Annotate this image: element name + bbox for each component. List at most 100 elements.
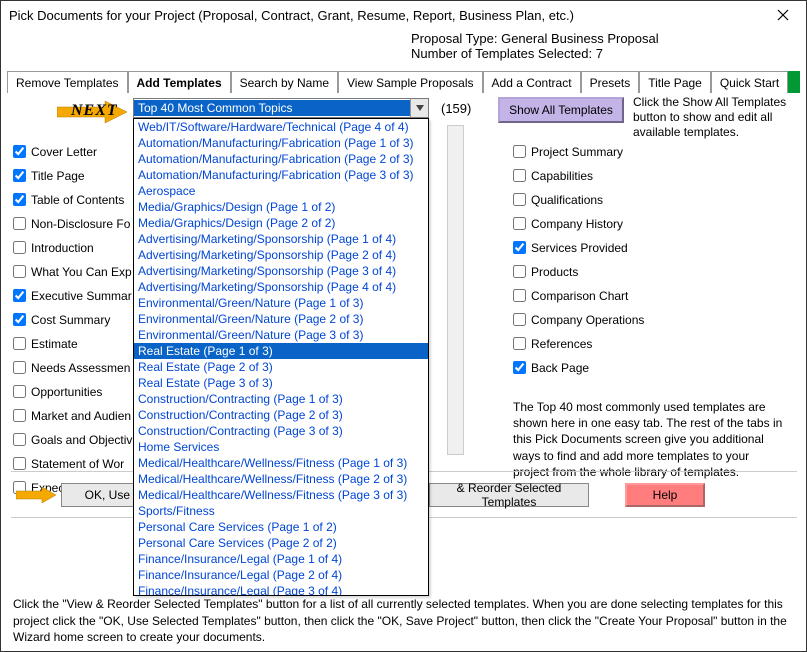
left-check-row: Needs Assessmen: [13, 359, 153, 376]
checkbox-label: Executive Summar: [31, 289, 132, 303]
content-area: NEXT Top 40 Most Common Topics (159) Sho…: [1, 93, 806, 105]
dropdown-option[interactable]: Web/IT/Software/Hardware/Technical (Page…: [134, 119, 428, 135]
show-all-templates-button[interactable]: Show All Templates: [498, 97, 624, 123]
tab-bar: Remove TemplatesAdd TemplatesSearch by N…: [7, 71, 800, 93]
checkbox-non-disclosure-fo[interactable]: [13, 217, 26, 230]
dropdown-option[interactable]: Media/Graphics/Design (Page 1 of 2): [134, 199, 428, 215]
checkbox-goals-and-objectiv[interactable]: [13, 433, 26, 446]
dropdown-option[interactable]: Automation/Manufacturing/Fabrication (Pa…: [134, 167, 428, 183]
checkbox-what-you-can-exp[interactable]: [13, 265, 26, 278]
checkbox-executive-summar[interactable]: [13, 289, 26, 302]
window-title: Pick Documents for your Project (Proposa…: [9, 8, 574, 23]
dropdown-option[interactable]: Finance/Insurance/Legal (Page 2 of 4): [134, 567, 428, 583]
left-checkbox-column: Cover Letter Title Page Table of Contents N…: [13, 143, 153, 503]
checkbox-comparison-chart[interactable]: [513, 289, 526, 302]
checkbox-label: Market and Audien: [31, 409, 131, 423]
tab-add-a-contract[interactable]: Add a Contract: [483, 71, 581, 93]
checkbox-table-of-contents[interactable]: [13, 193, 26, 206]
dropdown-option[interactable]: Medical/Healthcare/Wellness/Fitness (Pag…: [134, 455, 428, 471]
dropdown-option[interactable]: Finance/Insurance/Legal (Page 3 of 4): [134, 583, 428, 596]
checkbox-qualifications[interactable]: [513, 193, 526, 206]
checkbox-label: Services Provided: [531, 241, 628, 255]
right-checkbox-column: Project SummaryCapabilitiesQualification…: [513, 143, 683, 383]
checkbox-opportunities[interactable]: [13, 385, 26, 398]
list-scrollbar[interactable]: [447, 125, 464, 455]
category-combobox[interactable]: Top 40 Most Common Topics: [133, 98, 429, 118]
dropdown-option[interactable]: Real Estate (Page 2 of 3): [134, 359, 428, 375]
chevron-down-icon: [416, 105, 424, 111]
view-reorder-button[interactable]: & Reorder Selected Templates: [429, 483, 589, 507]
header-info: Proposal Type: General Business Proposal…: [1, 29, 806, 63]
dropdown-option[interactable]: Medical/Healthcare/Wellness/Fitness (Pag…: [134, 471, 428, 487]
dropdown-option[interactable]: Construction/Contracting (Page 1 of 3): [134, 391, 428, 407]
dropdown-option[interactable]: Construction/Contracting (Page 3 of 3): [134, 423, 428, 439]
category-dropdown-list[interactable]: Web/IT/Software/Hardware/Technical (Page…: [133, 118, 429, 596]
next-label: NEXT: [71, 102, 118, 120]
dropdown-option[interactable]: Medical/Healthcare/Wellness/Fitness (Pag…: [134, 487, 428, 503]
show-all-hint: Click the Show All Templates button to s…: [633, 95, 795, 140]
dropdown-option[interactable]: Advertising/Marketing/Sponsorship (Page …: [134, 231, 428, 247]
checkbox-cover-letter[interactable]: [13, 145, 26, 158]
dropdown-option[interactable]: Real Estate (Page 3 of 3): [134, 375, 428, 391]
left-check-row: Non-Disclosure Fo: [13, 215, 153, 232]
left-check-row: Market and Audien: [13, 407, 153, 424]
checkbox-label: Cover Letter: [31, 145, 97, 159]
left-check-row: Table of Contents: [13, 191, 153, 208]
dropdown-option[interactable]: Advertising/Marketing/Sponsorship (Page …: [134, 247, 428, 263]
dropdown-option[interactable]: Environmental/Green/Nature (Page 2 of 3): [134, 311, 428, 327]
help-button[interactable]: Help: [625, 483, 705, 507]
footer-text: Click the "View & Reorder Selected Templ…: [7, 592, 801, 649]
dropdown-option[interactable]: Automation/Manufacturing/Fabrication (Pa…: [134, 135, 428, 151]
info-text: The Top 40 most commonly used templates …: [513, 399, 788, 480]
dropdown-option[interactable]: Home Services: [134, 439, 428, 455]
checkbox-label: Title Page: [31, 169, 85, 183]
checkbox-statement-of-wor[interactable]: [13, 457, 26, 470]
dropdown-option[interactable]: Personal Care Services (Page 2 of 2): [134, 535, 428, 551]
checkbox-back-page[interactable]: [513, 361, 526, 374]
checkbox-products[interactable]: [513, 265, 526, 278]
tab-search-by-name[interactable]: Search by Name: [231, 71, 338, 93]
left-check-row: Opportunities: [13, 383, 153, 400]
checkbox-estimate[interactable]: [13, 337, 26, 350]
checkbox-company-operations[interactable]: [513, 313, 526, 326]
checkbox-capabilities[interactable]: [513, 169, 526, 182]
dropdown-option[interactable]: Finance/Insurance/Legal (Page 1 of 4): [134, 551, 428, 567]
dropdown-option[interactable]: Media/Graphics/Design (Page 2 of 2): [134, 215, 428, 231]
dropdown-option[interactable]: Construction/Contracting (Page 2 of 3): [134, 407, 428, 423]
tab-view-sample-proposals[interactable]: View Sample Proposals: [338, 71, 483, 93]
checkbox-label: Products: [531, 265, 578, 279]
checkbox-label: Opportunities: [31, 385, 102, 399]
checkbox-services-provided[interactable]: [513, 241, 526, 254]
checkbox-market-and-audien[interactable]: [13, 409, 26, 422]
tab-title-page[interactable]: Title Page: [639, 71, 711, 93]
checkbox-label: Back Page: [531, 361, 589, 375]
left-check-row: Statement of Wor: [13, 455, 153, 472]
tab-quick-start[interactable]: Quick Start: [711, 71, 788, 93]
dropdown-option[interactable]: Sports/Fitness: [134, 503, 428, 519]
checkbox-label: Estimate: [31, 337, 78, 351]
checkbox-references[interactable]: [513, 337, 526, 350]
checkbox-label: Introduction: [31, 241, 94, 255]
tab-presets[interactable]: Presets: [581, 71, 640, 93]
dropdown-option[interactable]: Environmental/Green/Nature (Page 3 of 3): [134, 327, 428, 343]
dropdown-option[interactable]: Advertising/Marketing/Sponsorship (Page …: [134, 263, 428, 279]
close-button[interactable]: [768, 5, 798, 25]
dropdown-option[interactable]: Real Estate (Page 1 of 3): [134, 343, 428, 359]
left-check-row: Cost Summary: [13, 311, 153, 328]
checkbox-company-history[interactable]: [513, 217, 526, 230]
checkbox-introduction[interactable]: [13, 241, 26, 254]
combobox-caret[interactable]: [410, 99, 428, 117]
dropdown-option[interactable]: Environmental/Green/Nature (Page 1 of 3): [134, 295, 428, 311]
checkbox-title-page[interactable]: [13, 169, 26, 182]
tab-remove-templates[interactable]: Remove Templates: [7, 71, 128, 93]
dropdown-option[interactable]: Advertising/Marketing/Sponsorship (Page …: [134, 279, 428, 295]
checkbox-cost-summary[interactable]: [13, 313, 26, 326]
dropdown-option[interactable]: Automation/Manufacturing/Fabrication (Pa…: [134, 151, 428, 167]
dropdown-option[interactable]: Personal Care Services (Page 1 of 2): [134, 519, 428, 535]
checkbox-label: Company Operations: [531, 313, 644, 327]
checkbox-needs-assessmen[interactable]: [13, 361, 26, 374]
dropdown-option[interactable]: Aerospace: [134, 183, 428, 199]
checkbox-project-summary[interactable]: [513, 145, 526, 158]
checkbox-label: Project Summary: [531, 145, 623, 159]
tab-add-templates[interactable]: Add Templates: [128, 71, 231, 93]
